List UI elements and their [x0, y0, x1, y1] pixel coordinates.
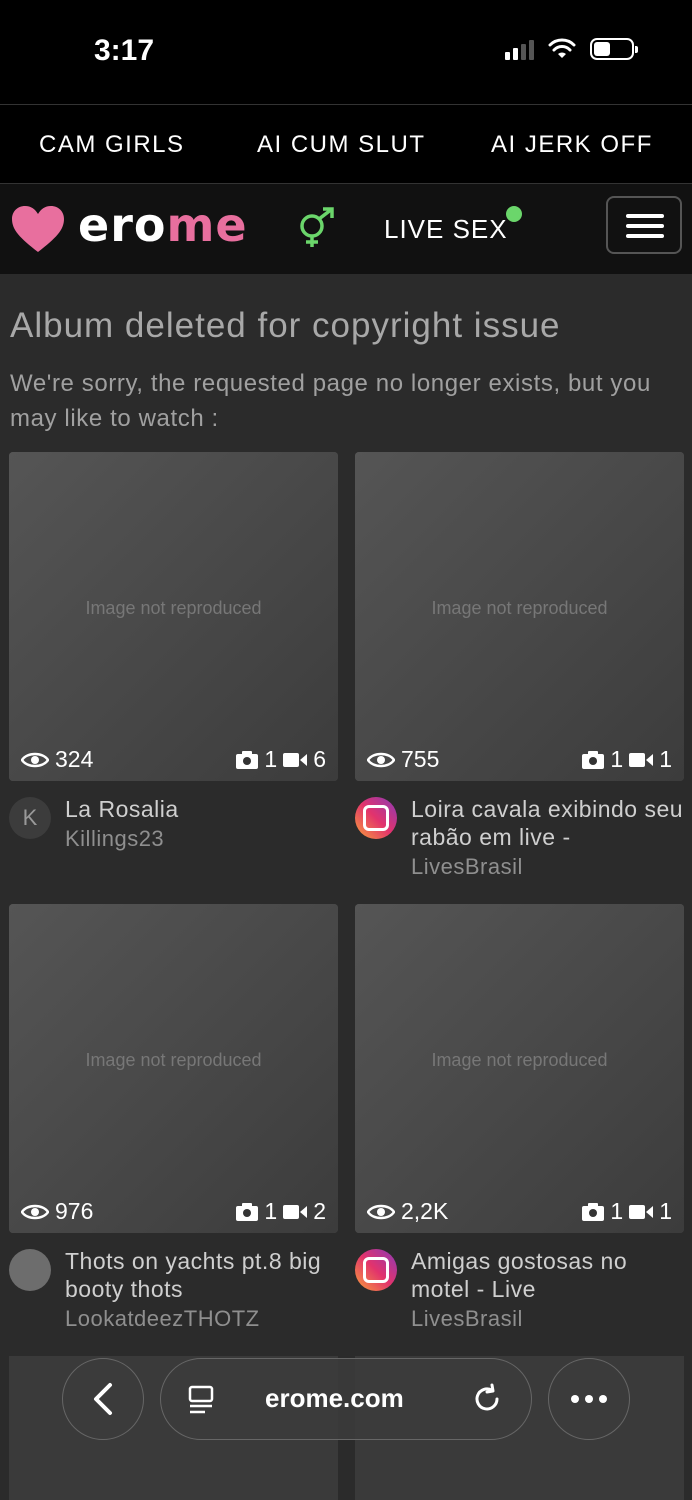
thumbnail-placeholder-label: Image not reproduced [431, 1050, 608, 1070]
eye-icon [367, 1204, 395, 1219]
album-meta: Loira cavala exibindo seu rabão em live … [355, 795, 684, 883]
navbar: erome LIVE SEX [0, 184, 692, 274]
brand-prefix: ero [78, 198, 167, 252]
cellular-signal-icon [505, 38, 534, 60]
views-value: 976 [55, 1198, 94, 1224]
address-bar[interactable]: erome.com [160, 1358, 532, 1440]
video-count: 1 [659, 1198, 672, 1224]
views-value: 755 [401, 746, 440, 772]
video-camera-icon [283, 1204, 308, 1219]
page-title: Album deleted for copyright issue [10, 306, 561, 345]
thumbnail-placeholder-label: Image not reproduced [431, 598, 608, 618]
brand-logo[interactable]: erome [78, 198, 248, 252]
back-button[interactable] [62, 1358, 144, 1440]
camera-icon [236, 750, 259, 769]
album-card[interactable]: Image not reproduced 755 1 1 Loira caval… [355, 452, 684, 883]
brand-suffix: me [166, 198, 248, 252]
media-count: 1 6 [235, 746, 326, 773]
album-meta: Thots on yachts pt.8 big booty thots Loo… [9, 1247, 338, 1335]
eye-icon [21, 1204, 49, 1219]
top-link-cam-girls[interactable]: CAM GIRLS [39, 131, 185, 159]
media-count: 1 2 [235, 1198, 326, 1225]
thumbnail-placeholder-label: Image not reproduced [85, 1050, 262, 1070]
view-count: 324 [21, 746, 93, 773]
album-card[interactable]: Image not reproduced 324 1 6 K La Rosali… [9, 452, 338, 855]
photo-count: 1 [264, 746, 278, 772]
album-title[interactable]: Thots on yachts pt.8 big booty thots [65, 1247, 338, 1303]
camera-icon [582, 1202, 605, 1221]
view-count: 2,2K [367, 1198, 448, 1225]
video-camera-icon [629, 1204, 654, 1219]
heart-logo-icon[interactable] [10, 204, 66, 254]
live-sex-link[interactable]: LIVE SEX [384, 214, 508, 245]
album-username[interactable]: LivesBrasil [411, 851, 684, 883]
album-meta: K La Rosalia Killings23 [9, 795, 338, 855]
eye-icon [367, 752, 395, 767]
chevron-left-icon [94, 1383, 112, 1415]
battery-icon [590, 38, 638, 60]
status-icons [505, 38, 638, 60]
page-subtitle: We're sorry, the requested page no longe… [10, 370, 651, 432]
instagram-icon[interactable] [355, 1249, 397, 1291]
video-count: 1 [659, 746, 672, 772]
album-thumbnail[interactable]: Image not reproduced 2,2K 1 1 [355, 904, 684, 1233]
top-link-ai-jerk-off[interactable]: AI JERK OFF [491, 131, 653, 159]
status-time: 3:17 [94, 34, 155, 67]
thumbnail-placeholder-label: Image not reproduced [85, 598, 262, 618]
album-username[interactable]: LivesBrasil [411, 1303, 684, 1335]
album-title[interactable]: La Rosalia [65, 795, 338, 823]
photo-count: 1 [264, 1198, 278, 1224]
user-avatar-photo[interactable] [9, 1249, 51, 1291]
instagram-icon[interactable] [355, 797, 397, 839]
album-meta: Amigas gostosas no motel - Live LivesBra… [355, 1247, 684, 1335]
photo-count: 1 [610, 1198, 624, 1224]
more-options-button[interactable] [548, 1358, 630, 1440]
album-title[interactable]: Amigas gostosas no motel - Live [411, 1247, 684, 1303]
media-count: 1 1 [581, 1198, 672, 1225]
album-username[interactable]: Killings23 [65, 823, 338, 855]
views-value: 2,2K [401, 1198, 449, 1224]
hamburger-menu-button[interactable] [606, 196, 682, 254]
album-thumbnail[interactable]: Image not reproduced 324 1 6 [9, 452, 338, 781]
video-camera-icon [629, 752, 654, 767]
camera-icon [236, 1202, 259, 1221]
status-bar: 3:17 [0, 0, 692, 104]
top-links-bar: CAM GIRLS AI CUM SLUT AI JERK OFF [0, 104, 692, 184]
reload-icon[interactable] [471, 1383, 503, 1415]
view-count: 976 [21, 1198, 93, 1225]
gender-icon[interactable] [294, 206, 338, 250]
user-avatar[interactable]: K [9, 797, 51, 839]
album-card[interactable]: Image not reproduced 2,2K 1 1 Amigas gos… [355, 904, 684, 1335]
album-card[interactable]: Image not reproduced 976 1 2 Thots on ya… [9, 904, 338, 1335]
live-status-dot [506, 206, 522, 222]
view-count: 755 [367, 746, 439, 773]
eye-icon [21, 752, 49, 767]
camera-icon [582, 750, 605, 769]
browser-bottom-bar: erome.com [0, 1350, 692, 1500]
ellipsis-icon [571, 1395, 607, 1403]
wifi-icon [548, 38, 576, 58]
page-menu-icon[interactable] [187, 1385, 217, 1415]
video-count: 6 [313, 746, 326, 772]
album-thumbnail[interactable]: Image not reproduced 755 1 1 [355, 452, 684, 781]
video-camera-icon [283, 752, 308, 767]
top-link-ai-cum-slut[interactable]: AI CUM SLUT [257, 131, 426, 159]
url-text[interactable]: erome.com [265, 1383, 404, 1414]
media-count: 1 1 [581, 746, 672, 773]
video-count: 2 [313, 1198, 326, 1224]
album-thumbnail[interactable]: Image not reproduced 976 1 2 [9, 904, 338, 1233]
views-value: 324 [55, 746, 94, 772]
album-title[interactable]: Loira cavala exibindo seu rabão em live … [411, 795, 684, 851]
album-username[interactable]: LookatdeezTHOTZ [65, 1303, 338, 1335]
photo-count: 1 [610, 746, 624, 772]
